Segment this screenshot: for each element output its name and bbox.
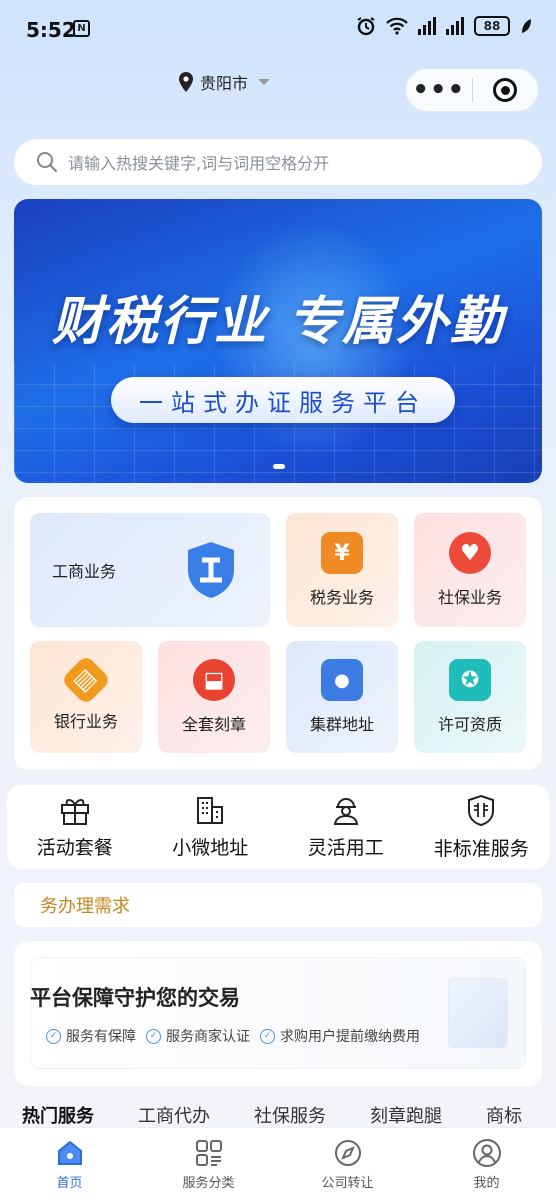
tab-shebao[interactable]: 社保服务 — [254, 1102, 326, 1128]
target-icon — [493, 78, 518, 102]
tab-gongshang[interactable]: 工商代办 — [138, 1102, 210, 1128]
status-time: 5:52 — [26, 18, 76, 42]
guarantee-points: ✓ 服务有保障 ✓ 服务商家认证 ✓ 求购用户提前缴纳费用 — [46, 1026, 420, 1046]
service-label: 社保业务 — [437, 588, 502, 607]
guarantee-title: 平台保障守护您的交易 — [30, 986, 240, 1010]
tabbar-transfer[interactable]: 公司转让 — [278, 1128, 417, 1200]
quick-item-flexwork[interactable]: 灵活用工 — [278, 785, 414, 869]
quick-label: 灵活用工 — [307, 836, 384, 859]
miniprogram-capsule: ••• — [405, 68, 539, 112]
gift-icon — [60, 798, 89, 825]
tabbar-label: 服务分类 — [182, 1176, 235, 1191]
banner-subtitle: 一站式办证服务平台 — [111, 377, 455, 423]
service-label: 许可资质 — [437, 715, 502, 734]
promo-banner[interactable]: 财税行业 专属外勤 一站式办证服务平台 — [14, 199, 542, 483]
service-tile-stamp[interactable]: ⬓ 全套刻章 — [158, 641, 270, 753]
service-tile-social[interactable]: ♥ 社保业务 — [414, 513, 526, 627]
quick-item-nonstandard[interactable]: 非标准服务 — [414, 785, 550, 869]
service-label: 集群地址 — [309, 715, 374, 734]
demand-ticker[interactable]: 务办理需求 — [14, 883, 542, 927]
quick-item-package[interactable]: 活动套餐 — [7, 785, 143, 869]
service-tile-address[interactable]: ● 集群地址 — [286, 641, 398, 753]
tab-kezhang[interactable]: 刻章跑腿 — [370, 1102, 442, 1128]
service-label: 全套刻章 — [181, 715, 246, 734]
guarantee-point-label: 求购用户提前缴纳费用 — [280, 1029, 420, 1045]
bank-icon: ▥ — [60, 654, 112, 706]
yen-icon: ¥ — [321, 532, 363, 574]
fei-shield-icon — [468, 794, 495, 826]
certificate-icon: ✪ — [449, 659, 491, 701]
guarantee-point: ✓ 求购用户提前缴纳费用 — [260, 1026, 420, 1046]
more-button[interactable]: ••• — [406, 77, 472, 103]
location-pin-icon: ● — [321, 659, 363, 701]
guarantee-point-label: 服务有保障 — [66, 1029, 136, 1045]
search-bar[interactable]: 请输入热搜关键字,词与词用空格分开 — [14, 139, 542, 185]
service-tile-tax[interactable]: ¥ 税务业务 — [286, 513, 398, 627]
tabbar-label: 公司转让 — [321, 1176, 374, 1191]
services-grid: 工商业务 ¥ 税务业务 ♥ 社保业务 ▥ 银行业务 ⬓ 全套刻章 ● 集群地址 … — [14, 497, 542, 770]
signal-icon-2 — [446, 17, 464, 35]
service-label: 工商业务 — [52, 562, 117, 581]
quick-nav: 活动套餐 小微地址 灵活用工 非标准服务 — [7, 785, 549, 869]
tabbar-home[interactable]: 首页 — [0, 1128, 139, 1200]
service-tile-gongshang[interactable]: 工商业务 — [30, 513, 270, 627]
service-tile-license[interactable]: ✪ 许可资质 — [414, 641, 526, 753]
alarm-icon — [357, 17, 375, 36]
tabbar-categories[interactable]: 服务分类 — [139, 1128, 278, 1200]
wifi-icon — [386, 17, 408, 35]
stamp-icon: ⬓ — [193, 659, 235, 701]
tab-hot[interactable]: 热门服务 — [22, 1102, 94, 1128]
banner-title: 财税行业 专属外勤 — [51, 292, 505, 352]
status-icons: 88 — [356, 16, 532, 36]
building-icon — [197, 796, 224, 824]
quick-label: 非标准服务 — [433, 837, 529, 860]
user-icon — [472, 1139, 501, 1167]
guarantee-point: ✓ 服务有保障 — [46, 1026, 136, 1046]
tabbar-mine[interactable]: 我的 — [417, 1128, 556, 1200]
tab-trademark[interactable]: 商标 — [486, 1102, 522, 1128]
nfc-icon: N — [73, 20, 90, 37]
location-pin-icon — [179, 72, 193, 92]
close-miniprogram-button[interactable] — [473, 78, 539, 102]
bottom-tabbar: 首页 服务分类 公司转让 我的 — [0, 1127, 556, 1200]
signal-icon — [418, 17, 436, 35]
tabbar-label: 首页 — [56, 1176, 83, 1191]
shield-gong-icon — [188, 542, 234, 598]
worker-icon — [333, 797, 358, 825]
leaf-icon — [522, 19, 531, 33]
tabbar-label: 我的 — [473, 1176, 500, 1191]
search-input[interactable]: 请输入热搜关键字,词与词用空格分开 — [68, 150, 329, 174]
battery-icon: 88 — [474, 16, 510, 36]
quick-label: 活动套餐 — [36, 836, 113, 859]
service-label: 税务业务 — [309, 588, 374, 607]
guarantee-point: ✓ 服务商家认证 — [146, 1026, 250, 1046]
chevron-down-icon — [258, 79, 271, 85]
service-label: 银行业务 — [53, 712, 118, 731]
check-icon: ✓ — [46, 1028, 61, 1044]
search-icon — [37, 152, 58, 173]
hot-service-tabs: 热门服务 工商代办 社保服务 刻章跑腿 商标 — [22, 1102, 522, 1128]
home-icon — [57, 1140, 82, 1165]
city-selector[interactable]: 贵阳市 — [178, 70, 271, 94]
heart-hand-icon: ♥ — [449, 532, 491, 574]
quick-item-address[interactable]: 小微地址 — [143, 785, 279, 869]
check-icon: ✓ — [260, 1028, 275, 1044]
shield-illustration-icon — [448, 978, 508, 1048]
guarantee-point-label: 服务商家认证 — [166, 1029, 250, 1045]
service-tile-bank[interactable]: ▥ 银行业务 — [30, 641, 142, 753]
carousel-indicator — [273, 464, 285, 469]
check-icon: ✓ — [146, 1028, 161, 1044]
city-label: 贵阳市 — [200, 74, 249, 93]
grid-icon — [195, 1140, 222, 1166]
quick-label: 小微地址 — [172, 836, 249, 859]
compass-icon — [334, 1140, 361, 1166]
